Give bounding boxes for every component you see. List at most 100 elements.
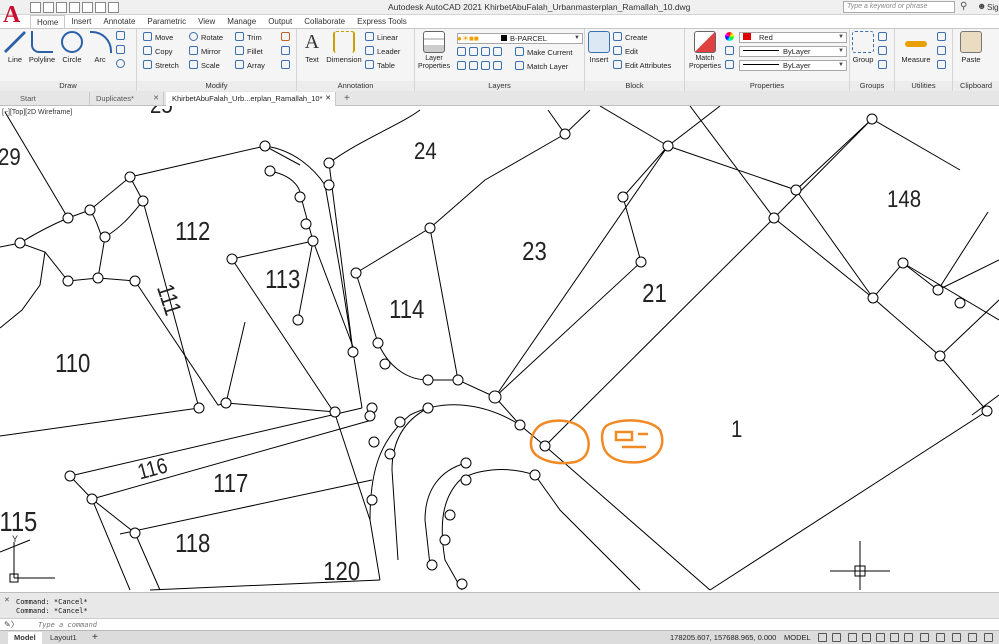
new-tab-button[interactable]: + <box>338 92 356 106</box>
group-button[interactable]: Group <box>851 31 875 64</box>
lineweight-display-icon[interactable] <box>904 633 913 642</box>
match-properties-button[interactable]: Match Properties <box>687 31 723 71</box>
offset-icon[interactable] <box>281 60 293 72</box>
tab-manage[interactable]: Manage <box>221 15 262 28</box>
autocad-logo[interactable]: A <box>3 1 23 29</box>
selection-cycling-icon[interactable] <box>920 633 929 642</box>
properties-panel-title[interactable]: Properties <box>685 81 849 91</box>
edit-attributes-button[interactable]: Edit Attributes <box>613 60 671 72</box>
paste-button[interactable]: Paste <box>959 31 983 64</box>
tab-home[interactable]: Home <box>30 15 66 28</box>
clipboard-panel-title[interactable]: Clipboard <box>953 81 999 91</box>
customization-menu-icon[interactable] <box>984 633 993 642</box>
draw-panel-title[interactable]: Draw <box>0 81 136 91</box>
table-button[interactable]: Table <box>365 60 395 72</box>
file-tab-duplicates[interactable]: Duplicates* ✕ <box>90 92 164 106</box>
text-button[interactable]: A Text <box>301 31 323 64</box>
tab-parametric[interactable]: Parametric <box>141 15 192 28</box>
tab-insert[interactable]: Insert <box>65 15 97 28</box>
tab-view[interactable]: View <box>192 15 221 28</box>
group-edit-icon[interactable] <box>878 46 890 58</box>
match-layer-button[interactable]: Match Layer <box>515 61 568 73</box>
select-all-icon[interactable] <box>937 46 949 58</box>
undo-icon[interactable] <box>95 2 106 13</box>
edit-block-button[interactable]: Edit <box>613 46 638 58</box>
close-icon[interactable]: ✕ <box>153 92 159 106</box>
explode-icon[interactable] <box>281 46 293 58</box>
group-select-icon[interactable] <box>878 60 890 72</box>
layers-panel-title[interactable]: Layers <box>415 81 584 91</box>
tab-annotate[interactable]: Annotate <box>97 15 141 28</box>
make-current-button[interactable]: Make Current <box>515 47 572 59</box>
annotation-panel-title[interactable]: Annotation <box>297 81 414 91</box>
fillet-button[interactable]: Fillet <box>235 46 263 58</box>
model-space-toggle[interactable]: MODEL <box>784 633 811 642</box>
add-layout-button[interactable]: + <box>86 632 104 644</box>
drawing-canvas[interactable]: [−][Top][2D Wireframe] 29 24 148 112 23 … <box>0 106 999 592</box>
file-tab-active-drawing[interactable]: KhirbetAbuFalah_Urb...erplan_Ramallah_10… <box>166 92 336 106</box>
redo-icon[interactable] <box>108 2 119 13</box>
command-input[interactable] <box>38 620 938 630</box>
leader-button[interactable]: Leader <box>365 46 400 58</box>
erase-icon[interactable] <box>281 32 293 44</box>
array-button[interactable]: Array <box>235 60 265 72</box>
tab-collaborate[interactable]: Collaborate <box>298 15 351 28</box>
measure-button[interactable]: Measure <box>899 31 933 64</box>
linetype-dropdown[interactable]: ByLayer ▼ <box>739 46 847 57</box>
ortho-icon[interactable] <box>848 633 857 642</box>
parcel-drawing[interactable] <box>0 106 999 592</box>
layer-tools-icons-2[interactable] <box>457 61 505 73</box>
color-dropdown[interactable]: Red ▼ <box>739 32 847 43</box>
ellipse-icon[interactable] <box>116 59 128 71</box>
save-icon[interactable] <box>56 2 67 13</box>
tab-express-tools[interactable]: Express Tools <box>351 15 413 28</box>
polyline-button[interactable]: Polyline <box>28 31 56 64</box>
layer-properties-button[interactable]: Layer Properties <box>417 31 451 71</box>
line-button[interactable]: Line <box>4 31 26 64</box>
trim-button[interactable]: Trim <box>235 32 262 44</box>
layer-tools-icons[interactable] <box>457 47 505 59</box>
new-file-icon[interactable] <box>30 2 41 13</box>
isolate-objects-icon[interactable] <box>968 633 977 642</box>
search-icon[interactable]: ⚲ <box>960 1 967 12</box>
lineweight-dropdown[interactable]: ByLayer ▼ <box>739 60 847 71</box>
utilities-panel-title[interactable]: Utilities <box>895 81 952 91</box>
command-prompt-icon[interactable]: ✎〉 <box>4 619 19 630</box>
calculator-icon[interactable] <box>937 60 949 72</box>
stretch-button[interactable]: Stretch <box>143 60 179 72</box>
viewport-controls[interactable]: [−][Top][2D Wireframe] <box>2 109 72 116</box>
tab-layout1[interactable]: Layout1 <box>44 632 83 644</box>
open-file-icon[interactable] <box>43 2 54 13</box>
tab-model[interactable]: Model <box>8 632 42 644</box>
save-as-icon[interactable] <box>69 2 80 13</box>
search-input[interactable]: Type a keyword or phrase <box>843 1 955 13</box>
mirror-button[interactable]: Mirror <box>189 46 221 58</box>
groups-panel-title[interactable]: Groups <box>850 81 894 91</box>
rectangle-icon[interactable] <box>116 31 128 43</box>
polar-icon[interactable] <box>862 633 871 642</box>
osnap-icon[interactable] <box>876 633 885 642</box>
insert-button[interactable]: Insert <box>587 31 611 64</box>
print-icon[interactable] <box>82 2 93 13</box>
close-icon[interactable]: ✕ <box>4 596 10 604</box>
circle-button[interactable]: Circle <box>60 31 84 64</box>
file-tab-start[interactable]: Start <box>14 92 90 106</box>
user-icon[interactable]: ☻ <box>977 1 986 11</box>
rotate-button[interactable]: Rotate <box>189 32 223 44</box>
color-wheel-icon[interactable] <box>725 32 737 44</box>
workspace-gear-icon[interactable] <box>952 633 961 642</box>
scale-button[interactable]: Scale <box>189 60 220 72</box>
ungroup-icon[interactable] <box>878 32 890 44</box>
arc-button[interactable]: Arc <box>90 31 112 64</box>
quick-select-icon[interactable] <box>937 32 949 44</box>
annotation-scale-icon[interactable] <box>936 633 945 642</box>
dimension-button[interactable]: Dimension <box>325 31 363 64</box>
create-block-button[interactable]: Create <box>613 32 648 44</box>
grid-icon[interactable] <box>818 633 827 642</box>
object-track-icon[interactable] <box>890 633 899 642</box>
tab-output[interactable]: Output <box>262 15 298 28</box>
copy-button[interactable]: Copy <box>143 46 173 58</box>
move-button[interactable]: Move <box>143 32 173 44</box>
lineweight-icon[interactable] <box>725 60 737 72</box>
modify-panel-title[interactable]: Modify <box>137 81 296 91</box>
